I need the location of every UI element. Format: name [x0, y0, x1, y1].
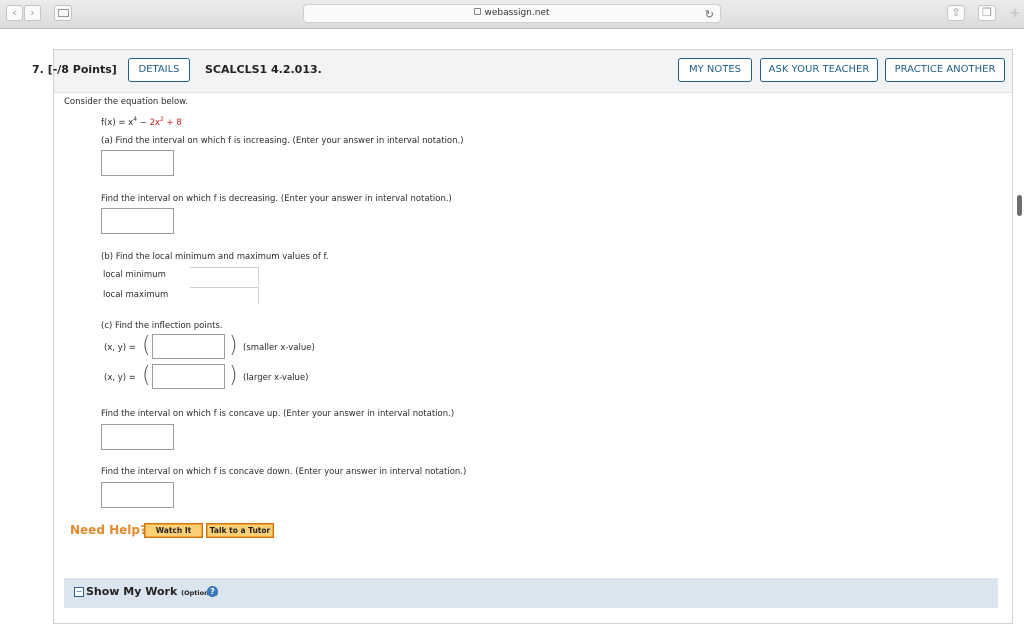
part-c-prompt: (c) Find the inflection points. — [101, 321, 223, 331]
xy-label-1: (x, y) = — [104, 343, 136, 353]
right-paren-1: ) — [229, 333, 238, 358]
right-paren-2: ) — [229, 363, 238, 388]
local-max-input[interactable] — [190, 287, 259, 304]
smaller-x-label: (smaller x-value) — [243, 343, 315, 353]
local-min-input[interactable] — [190, 267, 259, 284]
watch-it-button[interactable]: Watch It — [144, 523, 203, 538]
inflection-point-larger-input[interactable] — [152, 364, 225, 389]
left-paren-2: ( — [142, 363, 151, 388]
show-my-work-bar: − Show My Work (Optional) ? — [64, 578, 998, 608]
question-points: [-/8 Points] — [47, 63, 117, 76]
increasing-interval-input[interactable] — [101, 150, 174, 176]
concave-down-input[interactable] — [101, 482, 174, 508]
scrollbar[interactable] — [1017, 195, 1022, 216]
show-my-work-label[interactable]: Show My Work (Optional) — [86, 585, 218, 598]
tabs-icon[interactable]: ❐ — [978, 5, 996, 21]
details-button[interactable]: DETAILS — [128, 58, 190, 82]
xy-label-2: (x, y) = — [104, 373, 136, 383]
question-number: 7. [-/8 Points] — [32, 63, 117, 76]
new-tab-icon[interactable]: + — [1006, 4, 1024, 24]
reload-icon[interactable]: ↻ — [705, 6, 714, 23]
share-icon[interactable]: ⇧ — [947, 5, 965, 21]
inflection-point-smaller-input[interactable] — [152, 334, 225, 359]
my-notes-button[interactable]: MY NOTES — [678, 58, 752, 82]
forward-icon[interactable]: › — [24, 5, 41, 21]
ask-teacher-button[interactable]: ASK YOUR TEACHER — [760, 58, 878, 82]
local-max-label: local maximum — [103, 290, 169, 300]
collapse-icon[interactable]: − — [74, 587, 84, 597]
concave-down-prompt: Find the interval on which f is concave … — [101, 467, 467, 477]
part-b-prompt: (b) Find the local minimum and maximum v… — [101, 252, 329, 262]
part-a-decreasing-prompt: Find the interval on which f is decreasi… — [101, 194, 452, 204]
concave-up-input[interactable] — [101, 424, 174, 450]
back-icon[interactable]: ‹ — [6, 5, 23, 21]
concave-up-prompt: Find the interval on which f is concave … — [101, 409, 455, 419]
sidebar-icon[interactable] — [54, 5, 72, 21]
talk-to-tutor-button[interactable]: Talk to a Tutor — [206, 523, 274, 538]
help-icon[interactable]: ? — [207, 586, 218, 597]
url-text: webassign.net — [484, 8, 550, 18]
need-help-label: Need Help? — [70, 523, 147, 537]
address-bar[interactable]: webassign.net ↻ — [303, 4, 721, 23]
decreasing-interval-input[interactable] — [101, 208, 174, 234]
browser-toolbar: ‹ › webassign.net ↻ ⇧ ❐ + — [0, 0, 1024, 29]
larger-x-label: (larger x-value) — [243, 373, 309, 383]
equation: f(x) = x4 − 2x2 + 8 — [101, 116, 182, 128]
practice-another-button[interactable]: PRACTICE ANOTHER — [885, 58, 1005, 82]
lock-icon — [474, 8, 482, 15]
question-id: SCALCLS1 4.2.013. — [205, 63, 322, 76]
local-min-label: local minimum — [103, 270, 166, 280]
part-a-increasing-prompt: (a) Find the interval on which f is incr… — [101, 136, 464, 146]
left-paren-1: ( — [142, 333, 151, 358]
intro-text: Consider the equation below. — [64, 97, 189, 107]
